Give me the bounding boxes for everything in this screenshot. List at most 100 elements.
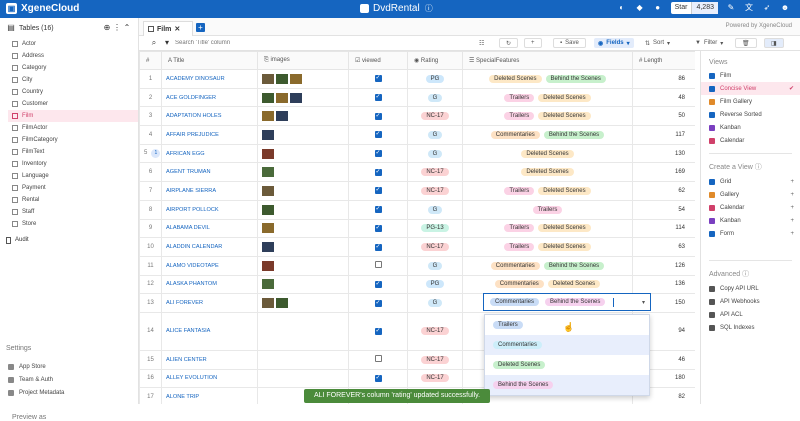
length-cell[interactable]: 130	[632, 143, 695, 164]
images-cell[interactable]	[257, 237, 349, 257]
images-cell[interactable]	[257, 218, 349, 239]
user-icon[interactable]: ☻	[780, 3, 790, 13]
image-thumbnail[interactable]	[262, 129, 274, 140]
images-cell[interactable]	[257, 255, 349, 276]
length-cell[interactable]: 114	[632, 218, 695, 239]
specialfeatures-cell[interactable]: Commentaries Behind the Scenes	[462, 255, 633, 276]
column-header-viewed[interactable]: ☑ viewed	[348, 51, 408, 70]
sidebar-item-customer[interactable]: Customer	[8, 98, 138, 110]
table-row[interactable]: 11 ALAMO VIDEOTAPE G Commentaries Behind the…	[139, 255, 695, 276]
images-cell[interactable]	[257, 143, 349, 164]
images-cell[interactable]	[257, 69, 349, 89]
column-header-rating[interactable]: ◉ Rating	[407, 51, 463, 70]
viewed-cell[interactable]: ✓	[348, 237, 408, 257]
images-cell[interactable]	[257, 293, 349, 313]
view-item-kanban[interactable]: Kanban	[701, 121, 800, 134]
column-header-specialfeatures[interactable]: ☰ SpecialFeatures	[462, 51, 633, 70]
viewed-cell[interactable]: ✓	[348, 106, 408, 127]
title-cell[interactable]: AIRPORT POLLOCK	[161, 199, 258, 220]
image-thumbnail[interactable]	[262, 279, 274, 290]
table-row[interactable]: 1 ACADEMY DINOSAUR ✓ PG Deleted Scenes Behind…	[139, 69, 695, 89]
twitter-icon[interactable]: ◆	[635, 3, 645, 13]
image-thumbnail[interactable]	[276, 111, 288, 122]
title-cell[interactable]: ACE GOLDFINGER	[161, 87, 258, 108]
help-icon[interactable]: ⓘ	[742, 271, 749, 278]
chevron-up-icon[interactable]: ⌃	[122, 23, 132, 33]
rating-cell[interactable]: NC-17	[407, 106, 463, 127]
title-cell[interactable]: AFFAIR PREJUDICE	[161, 125, 258, 145]
selected-chip[interactable]: Behind the Scenes	[545, 298, 606, 306]
comment-badge[interactable]: 1	[151, 149, 161, 159]
specialfeatures-cell[interactable]: Trailers Deleted Scenes	[462, 106, 633, 127]
images-cell[interactable]	[257, 274, 349, 295]
github-star-button[interactable]: Star 4,283	[670, 2, 718, 14]
checked-checkbox-icon[interactable]: ✓	[374, 280, 382, 288]
viewed-cell[interactable]: ✓	[348, 125, 408, 145]
images-cell[interactable]	[257, 125, 349, 145]
images-cell[interactable]	[257, 181, 349, 201]
title-cell[interactable]: ALIEN CENTER	[161, 349, 258, 370]
add-tab-button[interactable]: +	[196, 23, 205, 32]
rocket-icon[interactable]: ➶	[762, 3, 772, 13]
sidebar-item-payment[interactable]: Payment	[8, 182, 138, 194]
sidebar-item-staff[interactable]: Staff	[8, 206, 138, 218]
rating-cell[interactable]: NC-17	[407, 181, 463, 201]
table-row[interactable]: 7 AIRPLANE SIERRA ✓ NC-17 Trailers Deleted Sc…	[139, 181, 695, 201]
table-row[interactable]: 12 ALASKA PHANTOM ✓ PG Commentaries Deleted S…	[139, 274, 695, 295]
unchecked-checkbox-icon[interactable]	[374, 355, 382, 363]
image-thumbnail[interactable]	[262, 111, 274, 122]
translate-icon[interactable]: 文	[744, 3, 754, 13]
sidebar-item-filmcategory[interactable]: FilmCategory	[8, 134, 138, 146]
image-thumbnail[interactable]	[262, 223, 274, 234]
rating-cell[interactable]: PG	[407, 274, 463, 295]
images-cell[interactable]	[257, 199, 349, 220]
plus-icon[interactable]: +	[790, 231, 794, 237]
sidebar-item-film[interactable]: Film	[8, 110, 138, 122]
checked-checkbox-icon[interactable]: ✓	[374, 150, 382, 158]
dropdown-option-behind-the-scenes[interactable]: Behind the Scenes	[485, 375, 649, 395]
checked-checkbox-icon[interactable]: ✓	[374, 299, 382, 307]
images-cell[interactable]	[257, 311, 349, 351]
refresh-icon[interactable]: ⋮	[112, 23, 122, 33]
image-thumbnail[interactable]	[262, 148, 274, 159]
rating-cell[interactable]: G	[407, 87, 463, 108]
create-view-calendar[interactable]: Calendar +	[701, 201, 800, 214]
project-title[interactable]: DvdRental ⓘ	[360, 3, 434, 14]
title-cell[interactable]: ALICE FANTASIA	[161, 311, 258, 351]
checked-checkbox-icon[interactable]: ✓	[374, 206, 382, 214]
images-cell[interactable]	[257, 349, 349, 370]
specialfeatures-editor[interactable]: Commentaries Behind the Scenes ▾	[483, 293, 651, 311]
specialfeatures-cell[interactable]: Trailers Deleted Scenes	[462, 181, 633, 201]
sidebar-item-filmactor[interactable]: FilmActor	[8, 122, 138, 134]
help-icon[interactable]: ⓘ	[755, 164, 762, 171]
viewed-cell[interactable]: ✓	[348, 162, 408, 183]
specialfeatures-cell[interactable]: Commentaries Deleted Scenes	[462, 274, 633, 295]
column-header-images[interactable]: ⎘ images	[257, 51, 349, 70]
column-header-length[interactable]: # Length	[632, 51, 695, 70]
search-box[interactable]: ⌕ ▾	[149, 38, 269, 48]
close-icon[interactable]: ✕	[174, 25, 180, 33]
sidebar-item-address[interactable]: Address	[8, 50, 138, 62]
advanced-item-sql-indexes[interactable]: SQL Indexes	[701, 321, 800, 334]
sidebar-item-city[interactable]: City	[8, 74, 138, 86]
length-cell[interactable]: 50	[632, 106, 695, 127]
sidebar-item-actor[interactable]: Actor	[8, 38, 138, 50]
rating-cell[interactable]: NC-17	[407, 162, 463, 183]
discord-icon[interactable]: ◐	[617, 3, 627, 13]
advanced-item-copy-api-url[interactable]: Copy API URL	[701, 282, 800, 295]
brand[interactable]: ▣ XgeneCloud	[6, 3, 79, 14]
title-cell[interactable]: ALAMO VIDEOTAPE	[161, 255, 258, 276]
checked-checkbox-icon[interactable]: ✓	[374, 327, 382, 335]
plus-icon[interactable]: +	[790, 205, 794, 211]
rating-cell[interactable]: G	[407, 143, 463, 164]
viewed-cell[interactable]	[348, 255, 408, 276]
length-cell[interactable]: 48	[632, 87, 695, 108]
settings-item-team-auth[interactable]: Team & Auth	[8, 373, 64, 386]
image-thumbnail[interactable]	[262, 242, 274, 253]
save-button[interactable]: ▪ Save	[553, 38, 586, 48]
create-view-kanban[interactable]: Kanban +	[701, 214, 800, 227]
checked-checkbox-icon[interactable]: ✓	[374, 112, 382, 120]
image-thumbnail[interactable]	[262, 260, 274, 271]
search-input[interactable]	[175, 40, 265, 46]
specialfeatures-cell[interactable]: Deleted Scenes	[462, 143, 633, 164]
